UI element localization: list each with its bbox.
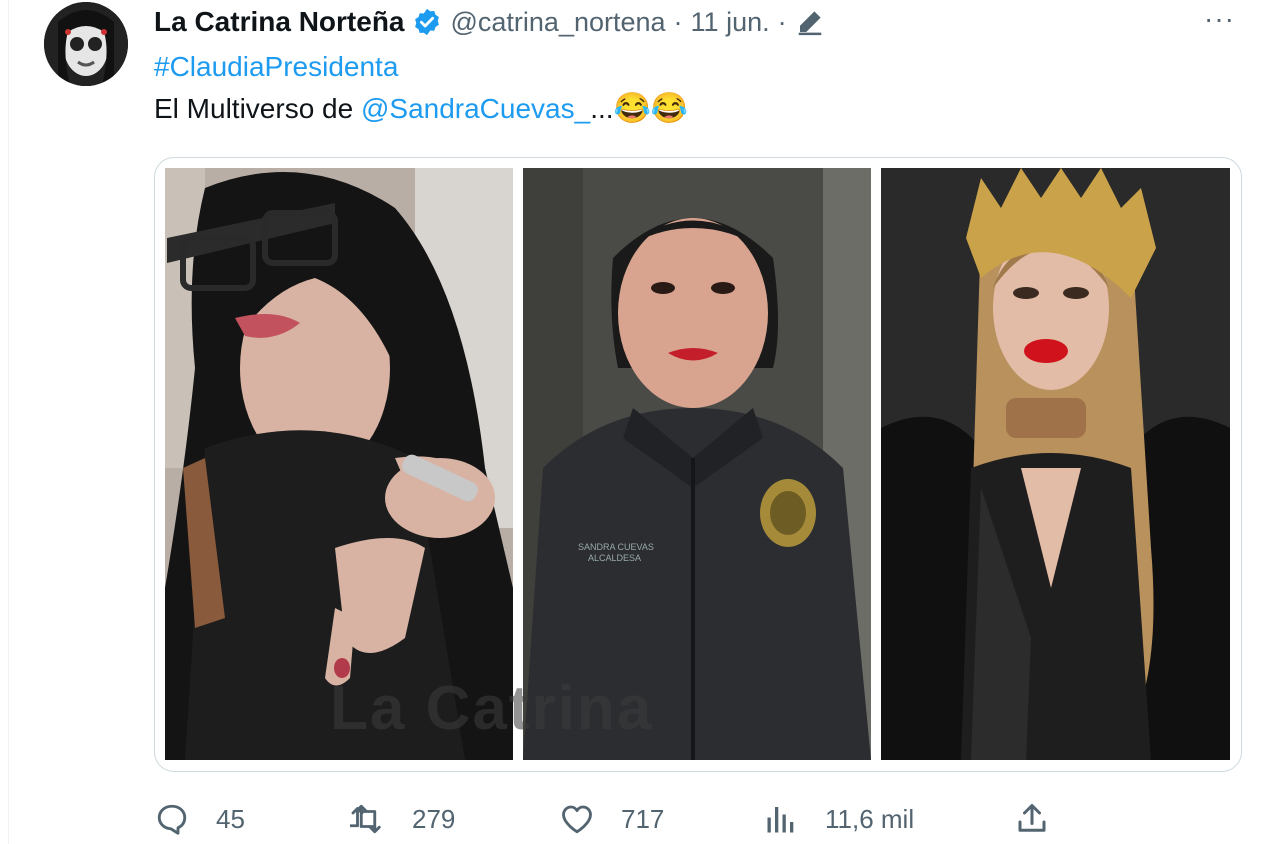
body-ellipsis: ... — [590, 93, 614, 124]
like-count: 717 — [621, 803, 665, 834]
reply-button[interactable]: 45 — [154, 795, 245, 843]
tweet-text-line-2: El Multiverso de @SandraCuevas_...😂😂 — [154, 91, 688, 127]
watermark-text: La Catrina — [330, 674, 654, 743]
views-count: 11,6 mil — [825, 803, 915, 834]
tweet-header: La Catrina Norteña @catrina_nortena · 11… — [154, 4, 825, 40]
media-photo-1[interactable] — [165, 168, 513, 760]
retweet-button[interactable]: 279 — [350, 795, 455, 843]
views-button[interactable]: 11,6 mil — [763, 795, 914, 843]
mention-link[interactable]: @SandraCuevas_ — [361, 93, 590, 124]
laughing-emoji: 😂😂 — [613, 92, 689, 125]
heart-icon — [562, 805, 592, 834]
badge-text-title: ALCALDESA — [588, 553, 641, 563]
avatar[interactable] — [44, 2, 128, 86]
separator-dot: · — [673, 6, 683, 37]
separator-dot-2: · — [777, 6, 787, 37]
reply-count: 45 — [216, 803, 245, 834]
media-grid: SANDRA CUEVAS ALCALDESA La Catrina — [154, 157, 1242, 772]
tweet-date[interactable]: 11 jun. — [691, 7, 770, 38]
reply-icon — [157, 804, 187, 835]
author-handle[interactable]: @catrina_nortena — [451, 7, 666, 38]
edited-pencil-icon[interactable] — [795, 7, 825, 37]
like-button[interactable]: 717 — [559, 795, 664, 843]
retweet-icon — [350, 804, 381, 834]
badge-text-name: SANDRA CUEVAS — [578, 542, 654, 552]
retweet-count: 279 — [412, 803, 456, 834]
media-photo-3[interactable] — [881, 168, 1230, 760]
views-icon — [767, 807, 794, 833]
body-text: El Multiverso de — [154, 93, 361, 124]
more-options-button[interactable]: ··· — [1204, 4, 1235, 34]
timeline-border — [8, 0, 9, 844]
media-photo-2[interactable]: SANDRA CUEVAS ALCALDESA — [523, 168, 871, 760]
verified-badge-icon[interactable] — [412, 7, 442, 37]
share-icon — [1018, 804, 1046, 832]
hashtag-link[interactable]: #ClaudiaPresidenta — [154, 51, 398, 82]
share-button[interactable] — [1014, 795, 1076, 843]
author-name[interactable]: La Catrina Norteña — [154, 6, 405, 38]
tweet-text-line-1: #ClaudiaPresidenta — [154, 49, 398, 85]
tweet-actions: 45 279 717 11,6 mil — [0, 795, 1280, 843]
